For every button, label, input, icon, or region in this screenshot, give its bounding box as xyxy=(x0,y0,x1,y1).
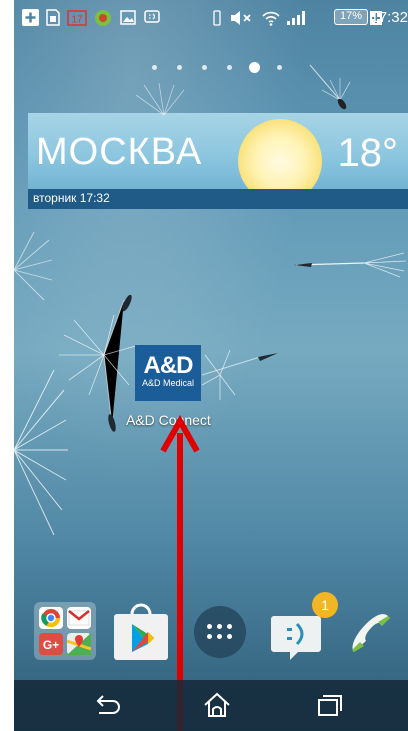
dandelion-seed-icon xyxy=(309,64,351,110)
dandelion-seed-icon xyxy=(294,252,407,278)
calendar-icon: 17 xyxy=(67,9,87,26)
maps-icon xyxy=(66,633,92,655)
phone-icon[interactable] xyxy=(344,608,396,660)
weather-date-bar: вторник 17:32 xyxy=(28,189,408,209)
page-dot xyxy=(201,65,207,70)
weather-city: МОСКВА xyxy=(36,131,203,173)
dandelion-seed-icon xyxy=(135,82,185,116)
add-icon xyxy=(22,9,39,26)
svg-text:G+: G+ xyxy=(43,638,59,652)
ad-connect-icon[interactable]: A&D A&D Medical xyxy=(135,345,201,401)
vibrate-icon xyxy=(212,9,222,26)
messaging-app[interactable]: 1 xyxy=(270,592,338,662)
dock: G+ 1 xyxy=(14,592,408,666)
app-logo-subtitle: A&D Medical xyxy=(141,378,195,388)
status-clock: 17:32 xyxy=(370,9,408,26)
page-dot xyxy=(151,65,157,70)
page-dot xyxy=(226,65,232,70)
calendar-day: 17 xyxy=(71,15,83,26)
weather-temperature: 18° xyxy=(337,131,399,175)
weather-date-time: вторник 17:32 xyxy=(33,191,110,205)
wifi-icon xyxy=(262,9,280,26)
play-store-icon[interactable] xyxy=(110,602,172,662)
messaging-icon xyxy=(271,616,321,660)
page-dot xyxy=(276,65,282,70)
sim-icon xyxy=(46,9,60,26)
page-dot-active xyxy=(248,62,260,73)
signal-icon xyxy=(286,9,308,26)
weather-widget[interactable]: МОСКВА 18° вторник 17:32 xyxy=(28,113,408,209)
message-icon xyxy=(144,9,160,26)
battery-indicator: 17% xyxy=(334,9,368,25)
chrome-icon xyxy=(39,607,63,629)
app-drawer-button[interactable] xyxy=(194,606,246,658)
gallery-icon xyxy=(120,9,136,26)
gmail-icon xyxy=(67,607,91,629)
dandelion-seed-icon xyxy=(14,369,68,536)
page-dot xyxy=(176,65,182,70)
google-plus-icon: G+ xyxy=(39,633,63,655)
home-icon[interactable] xyxy=(200,689,234,721)
notification-badge: 1 xyxy=(312,592,338,618)
mute-icon xyxy=(230,9,254,26)
status-bar: 17 17% 17:32 xyxy=(14,0,408,38)
google-apps-folder[interactable]: G+ xyxy=(34,602,96,660)
app-logo-text: A&D xyxy=(143,352,194,379)
home-screen: 17 17% 17:32 МОСКВА 18° вторник 17:32 A&… xyxy=(14,0,408,731)
back-icon[interactable] xyxy=(90,689,124,721)
recents-icon[interactable] xyxy=(312,689,346,721)
game-icon xyxy=(94,9,112,26)
apps-grid-icon xyxy=(207,624,233,640)
navigation-bar xyxy=(14,680,408,731)
